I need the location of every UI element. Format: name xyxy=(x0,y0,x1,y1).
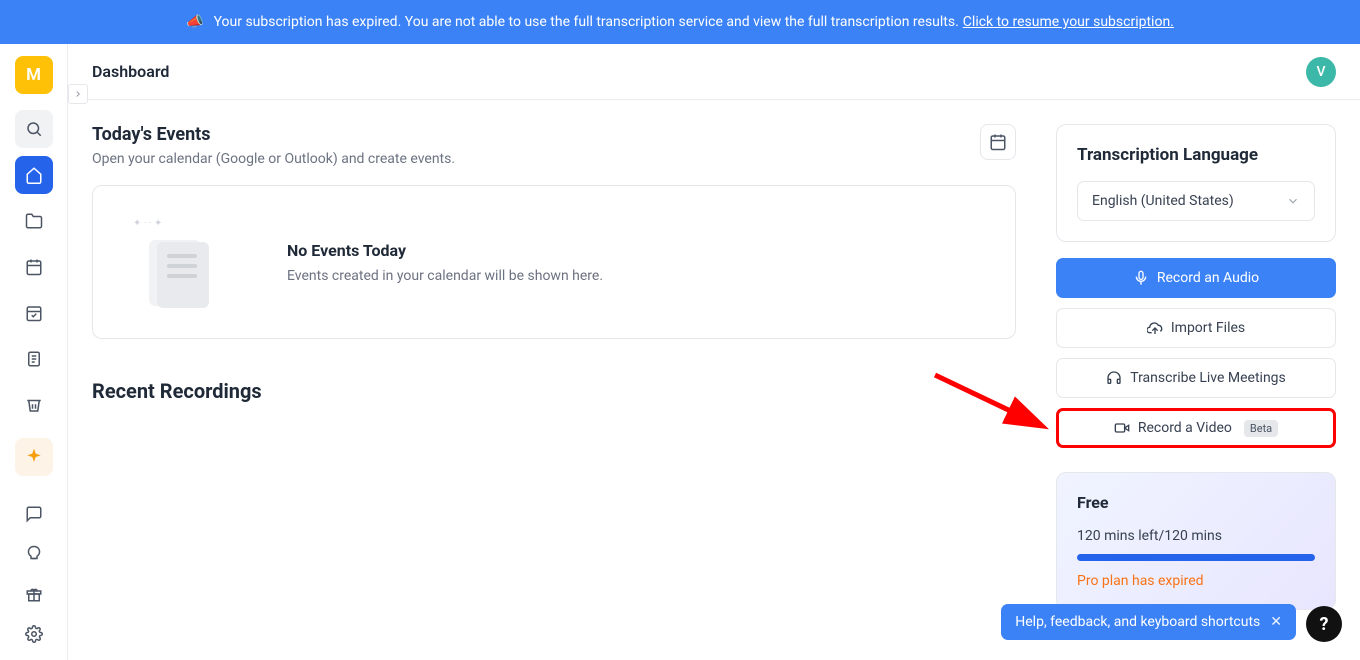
sidebar-item-trash[interactable] xyxy=(15,386,53,424)
sidebar-item-settings[interactable] xyxy=(18,618,50,650)
plan-progress xyxy=(1077,554,1315,561)
sidebar-item-dashboard[interactable] xyxy=(15,156,53,194)
sidebar-item-tips[interactable] xyxy=(18,538,50,570)
topbar: Dashboard V xyxy=(68,44,1360,100)
microphone-icon xyxy=(1133,270,1149,286)
page-title: Dashboard xyxy=(92,62,169,81)
transcription-language-card: Transcription Language English (United S… xyxy=(1056,124,1336,242)
chevron-down-icon xyxy=(1286,194,1300,208)
document-icon xyxy=(25,350,43,368)
app-logo[interactable]: M xyxy=(15,56,53,94)
no-events-subtitle: Events created in your calendar will be … xyxy=(287,268,603,284)
sidebar-item-calendar[interactable] xyxy=(15,248,53,286)
lightbulb-icon xyxy=(25,545,43,563)
calendar-check-icon xyxy=(25,304,43,322)
record-audio-label: Record an Audio xyxy=(1157,270,1259,286)
events-title: Today's Events xyxy=(92,124,455,145)
no-events-title: No Events Today xyxy=(287,241,603,260)
plan-card: Free 120 mins left/120 mins Pro plan has… xyxy=(1056,472,1336,610)
plan-name: Free xyxy=(1077,493,1315,512)
chevron-right-icon xyxy=(73,89,83,99)
transcribe-live-button[interactable]: Transcribe Live Meetings xyxy=(1056,358,1336,398)
video-icon xyxy=(1114,420,1130,436)
no-events-card: ✦ · · ✦ No Events Today Events created i… xyxy=(92,185,1016,339)
subscription-banner: 📣 Your subscription has expired. You are… xyxy=(0,0,1360,44)
plan-progress-fill xyxy=(1077,554,1315,561)
search-icon xyxy=(25,120,43,138)
headset-icon xyxy=(1106,370,1122,386)
sidebar-item-chat[interactable] xyxy=(18,498,50,530)
help-bar-text: Help, feedback, and keyboard shortcuts xyxy=(1015,614,1260,630)
language-select[interactable]: English (United States) xyxy=(1077,181,1315,221)
import-files-button[interactable]: Import Files xyxy=(1056,308,1336,348)
record-video-label: Record a Video xyxy=(1138,420,1232,436)
close-icon[interactable]: ✕ xyxy=(1270,614,1282,630)
trash-icon xyxy=(25,396,43,414)
upload-cloud-icon xyxy=(1147,320,1163,336)
sparkle-icon xyxy=(24,447,44,467)
beta-badge: Beta xyxy=(1244,420,1278,437)
record-audio-button[interactable]: Record an Audio xyxy=(1056,258,1336,298)
sidebar-item-files[interactable] xyxy=(15,202,53,240)
sidebar-item-notes[interactable] xyxy=(15,340,53,378)
home-icon xyxy=(25,166,43,184)
calendar-button[interactable] xyxy=(980,124,1016,160)
sidebar-item-ai[interactable] xyxy=(15,438,53,476)
record-video-button[interactable]: Record a Video Beta xyxy=(1056,408,1336,448)
transcription-language-title: Transcription Language xyxy=(1077,145,1315,165)
user-avatar[interactable]: V xyxy=(1306,57,1336,87)
recent-recordings-title: Recent Recordings xyxy=(92,379,1016,403)
gift-icon xyxy=(25,585,43,603)
sidebar-item-gift[interactable] xyxy=(18,578,50,610)
sidebar-search[interactable] xyxy=(15,110,53,148)
language-selected-value: English (United States) xyxy=(1092,193,1234,209)
calendar-icon xyxy=(25,258,43,276)
folder-icon xyxy=(25,212,43,230)
gear-icon xyxy=(25,625,43,643)
sidebar-item-schedule[interactable] xyxy=(15,294,53,332)
help-fab[interactable]: ? xyxy=(1306,606,1342,642)
chat-icon xyxy=(25,505,43,523)
plan-expired-text: Pro plan has expired xyxy=(1077,573,1315,589)
megaphone-icon: 📣 xyxy=(186,14,203,30)
empty-illustration: ✦ · · ✦ xyxy=(129,216,239,308)
collapse-sidebar-button[interactable] xyxy=(68,84,88,104)
banner-text: Your subscription has expired. You are n… xyxy=(214,14,959,30)
sidebar: M xyxy=(0,44,68,660)
events-subtitle: Open your calendar (Google or Outlook) a… xyxy=(92,151,455,167)
plan-quota: 120 mins left/120 mins xyxy=(1077,528,1315,544)
calendar-icon xyxy=(989,133,1007,151)
resume-subscription-link[interactable]: Click to resume your subscription. xyxy=(963,14,1174,30)
help-bar[interactable]: Help, feedback, and keyboard shortcuts ✕ xyxy=(1001,604,1296,640)
import-files-label: Import Files xyxy=(1171,320,1245,336)
transcribe-live-label: Transcribe Live Meetings xyxy=(1130,370,1286,386)
